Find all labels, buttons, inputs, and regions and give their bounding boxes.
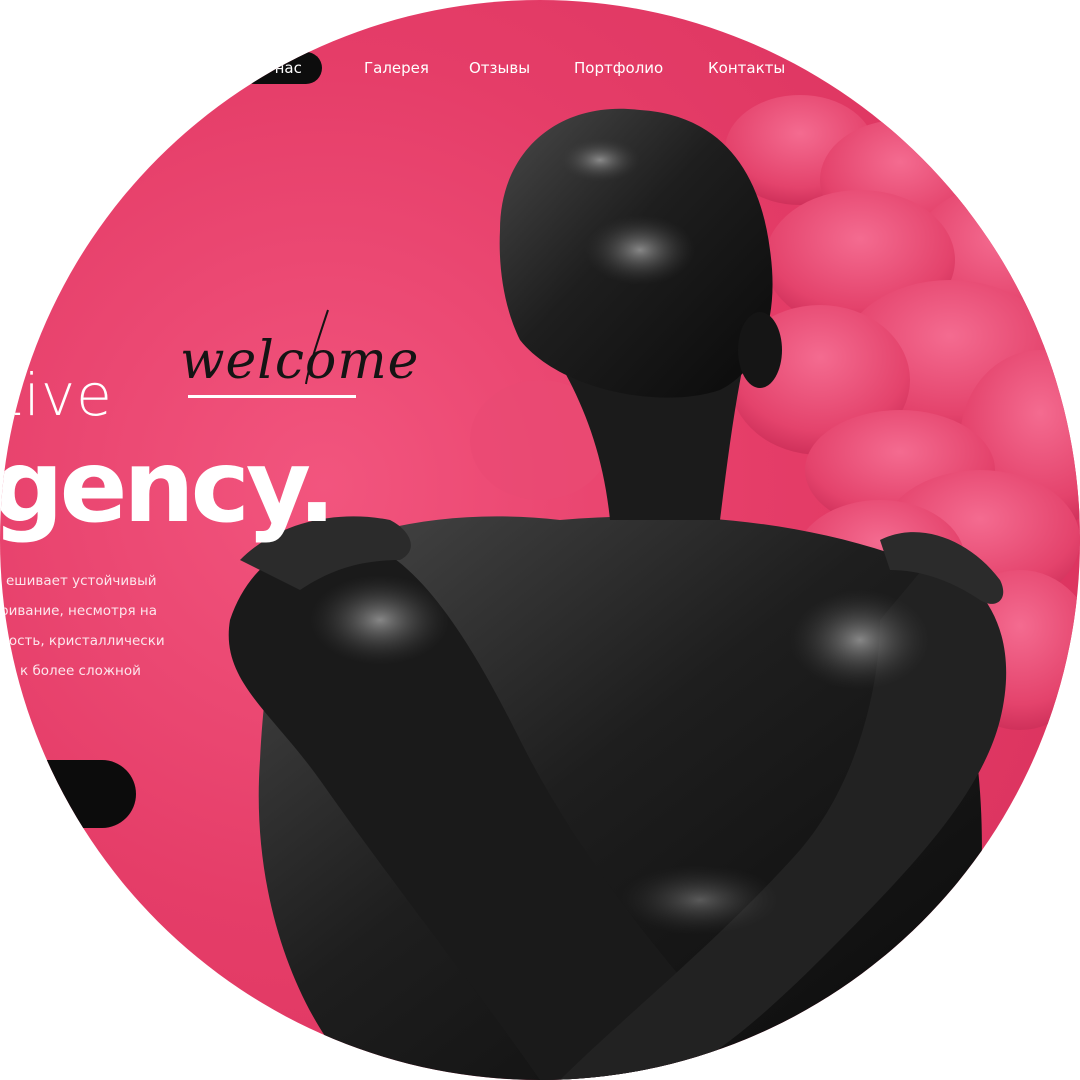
hero-description-line: ривание, несмотря на [0, 603, 158, 619]
nav-item-about[interactable]: О нас [238, 52, 322, 84]
hero-circle: О нас Галерея Отзывы Портфолио Контакты … [0, 0, 1080, 1080]
main-nav: О нас Галерея Отзывы Портфолио Контакты [0, 52, 1080, 86]
hero-description-line: к более сложной [20, 663, 141, 679]
hero-title-light: tive [0, 361, 113, 429]
nav-item-portfolio[interactable]: Портфолио [574, 52, 663, 84]
nav-item-gallery[interactable]: Галерея [364, 52, 429, 84]
hero-description-line: ешивает устойчивый [6, 573, 157, 589]
hero-description-line: ность, кристаллически [0, 633, 165, 649]
nav-item-contacts[interactable]: Контакты [708, 52, 785, 84]
nav-item-reviews[interactable]: Отзывы [469, 52, 530, 84]
welcome-script-text: welcome [180, 331, 419, 391]
hero-title-bold: gency. [0, 432, 336, 542]
hero-title-bold-word: gency [0, 428, 302, 545]
hero-description: ешивает устойчивый ривание, несмотря на … [0, 566, 230, 686]
cta-button[interactable] [0, 760, 136, 828]
welcome-script: welcome [180, 309, 419, 391]
hero-title-dot: . [297, 428, 336, 545]
